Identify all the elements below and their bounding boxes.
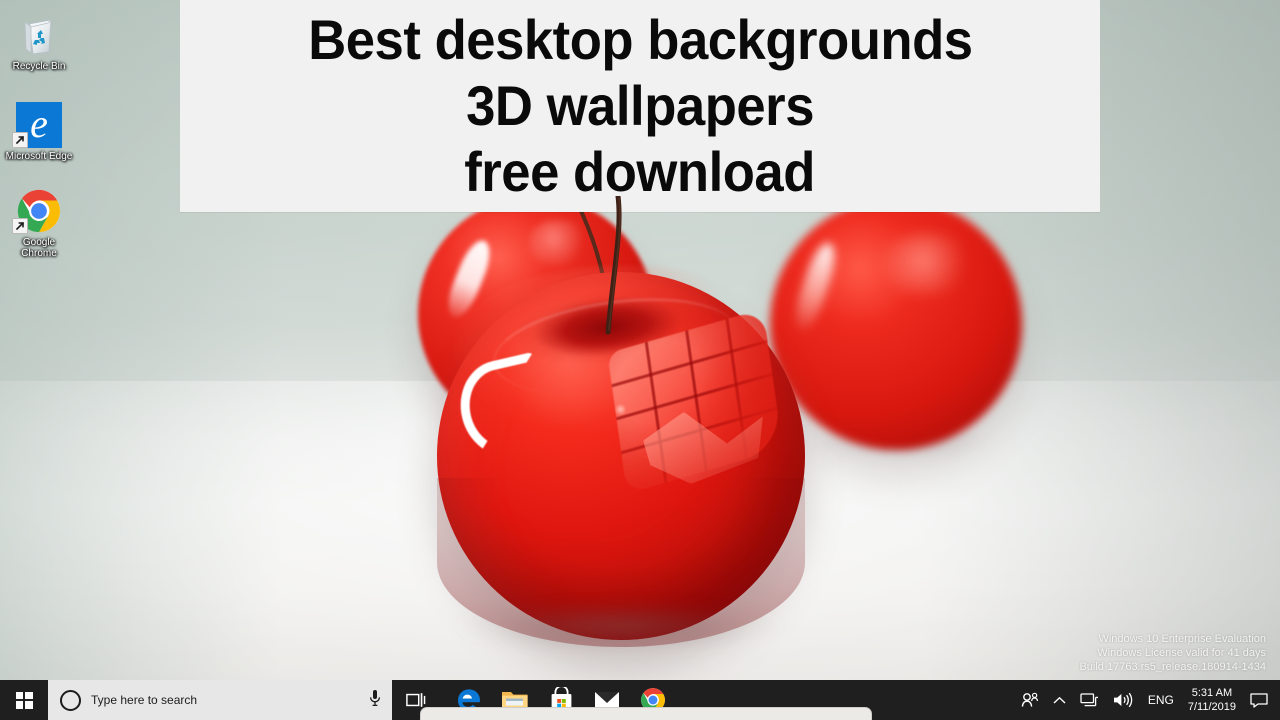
tray-network-button[interactable] (1073, 680, 1106, 720)
search-input-placeholder[interactable]: Type here to search (91, 693, 358, 707)
desktop-icon-label: Google Chrome (21, 237, 57, 259)
banner-line-2: 3D wallpapers (466, 74, 814, 137)
windows-activation-watermark: Windows 10 Enterprise Evaluation Windows… (1079, 632, 1266, 674)
action-center-button[interactable] (1246, 692, 1278, 708)
desktop-icon-label: Recycle Bin (12, 61, 66, 72)
watermark-line-1: Windows 10 Enterprise Evaluation (1098, 633, 1266, 645)
network-icon (1080, 693, 1098, 707)
windows-logo-icon (15, 691, 33, 709)
tray-clock[interactable]: 5:31 AM 7/11/2019 (1182, 686, 1246, 714)
task-view-icon (406, 693, 426, 707)
desktop-icon-grid: Recycle Bin e Microsoft Edge Google Chro… (0, 0, 86, 263)
tray-language-indicator[interactable]: ENG (1140, 693, 1182, 707)
cherry-stem-front (586, 196, 656, 336)
start-button[interactable] (0, 680, 48, 720)
recycle-bin-icon (4, 10, 74, 58)
watermark-line-2: Windows License valid for 41 days (1097, 647, 1266, 659)
search-box[interactable]: Type here to search (48, 680, 392, 720)
chevron-up-icon (1053, 696, 1066, 704)
watermark-line-3: Build 17763.rs5_release.180914-1434 (1079, 661, 1266, 673)
speaker-icon (1113, 692, 1133, 708)
microsoft-edge-icon: e (4, 100, 74, 148)
tray-people-button[interactable] (1014, 680, 1046, 720)
cortana-circle-icon[interactable] (60, 689, 81, 711)
shortcut-arrow-icon (12, 218, 28, 234)
taskbar-thumbnail-preview[interactable] (420, 707, 872, 720)
system-tray: ENG 5:31 AM 7/11/2019 (1014, 680, 1280, 720)
desktop-screen: Recycle Bin e Microsoft Edge Google Chro… (0, 0, 1280, 720)
tray-volume-button[interactable] (1106, 680, 1140, 720)
desktop-icon-label: Microsoft Edge (5, 151, 73, 162)
cherry-back-right (770, 198, 1022, 450)
mail-icon (595, 691, 619, 709)
tray-time: 5:31 AM (1191, 687, 1233, 699)
desktop-icon-google-chrome[interactable]: Google Chrome (4, 184, 74, 263)
tray-date: 7/11/2019 (1187, 701, 1236, 713)
desktop-icon-recycle-bin[interactable]: Recycle Bin (4, 8, 74, 76)
title-banner-overlay: Best desktop backgrounds 3D wallpapers f… (180, 0, 1100, 212)
banner-line-1: Best desktop backgrounds (307, 8, 973, 71)
shortcut-arrow-icon (12, 132, 28, 148)
action-center-icon (1250, 692, 1268, 708)
tray-show-hidden-icons-button[interactable] (1046, 680, 1073, 720)
microphone-icon[interactable] (368, 689, 382, 712)
people-icon (1021, 692, 1038, 707)
desktop-icon-microsoft-edge[interactable]: e Microsoft Edge (4, 98, 74, 166)
cherry-front-shadow (452, 598, 788, 654)
google-chrome-icon (4, 186, 74, 234)
cherry-highlight-soft (880, 233, 973, 296)
cherry-highlight (789, 239, 841, 335)
